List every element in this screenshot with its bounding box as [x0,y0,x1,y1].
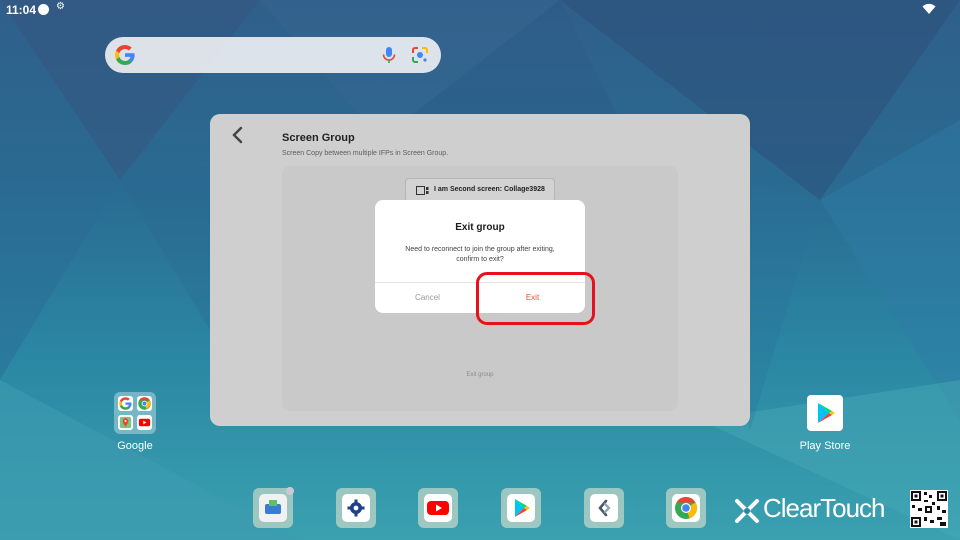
dialog-message-line-2: confirm to exit? [456,256,504,263]
google-lens-icon[interactable] [410,45,430,65]
google-search-bar[interactable] [105,37,441,73]
play-store-label: Play Store [799,440,851,452]
panel-subtitle: Screen Copy between multiple IFPs in Scr… [282,150,449,157]
dock-settings[interactable] [336,488,376,528]
youtube-icon [137,415,152,430]
brand-name: ClearTouch [763,493,886,523]
cleartouch-app-icon [259,494,287,522]
play-store-shortcut[interactable] [807,395,843,431]
dock-chrome[interactable] [666,488,706,528]
status-notification-dot [38,4,49,15]
exit-group-link[interactable]: Exit group [282,372,678,378]
exit-button-highlight [476,272,595,325]
screen-share-icon [590,494,618,522]
chrome-icon [672,494,700,522]
screen-mirror-icon [416,186,429,195]
google-maps-icon [118,415,133,430]
youtube-icon [424,494,452,522]
panel-title: Screen Group [282,132,355,144]
google-folder[interactable] [114,392,156,434]
dock-screen-share[interactable] [584,488,624,528]
screen-role-chip: I am Second screen: Collage3928 [405,178,555,202]
dock-youtube[interactable] [418,488,458,528]
qr-code[interactable] [910,490,948,528]
play-store-icon [818,403,835,423]
dock-cleartouch-app[interactable] [253,487,294,528]
settings-icon [342,494,370,522]
notification-badge [286,487,294,495]
cancel-button[interactable]: Cancel [375,283,480,313]
cleartouch-brand: ClearTouch [733,493,898,527]
google-g-icon [115,45,135,65]
cleartouch-logo-icon [735,499,759,523]
google-folder-label: Google [117,440,153,452]
google-g-icon [118,396,133,411]
dock-play-store[interactable] [501,488,541,528]
chrome-icon [137,396,152,411]
wifi-icon [922,3,936,15]
status-bar: 11:04 ⚙ [0,0,960,20]
dialog-title: Exit group [455,222,505,233]
microphone-icon[interactable] [379,45,399,65]
play-store-icon [507,494,535,522]
status-time: 11:04 [6,3,37,17]
status-settings-icon: ⚙ [56,1,65,12]
screen-role-label: I am Second screen: Collage3928 [434,186,545,193]
dialog-message-line-1: Need to reconnect to join the group afte… [405,246,555,253]
back-chevron-icon[interactable] [230,126,246,144]
